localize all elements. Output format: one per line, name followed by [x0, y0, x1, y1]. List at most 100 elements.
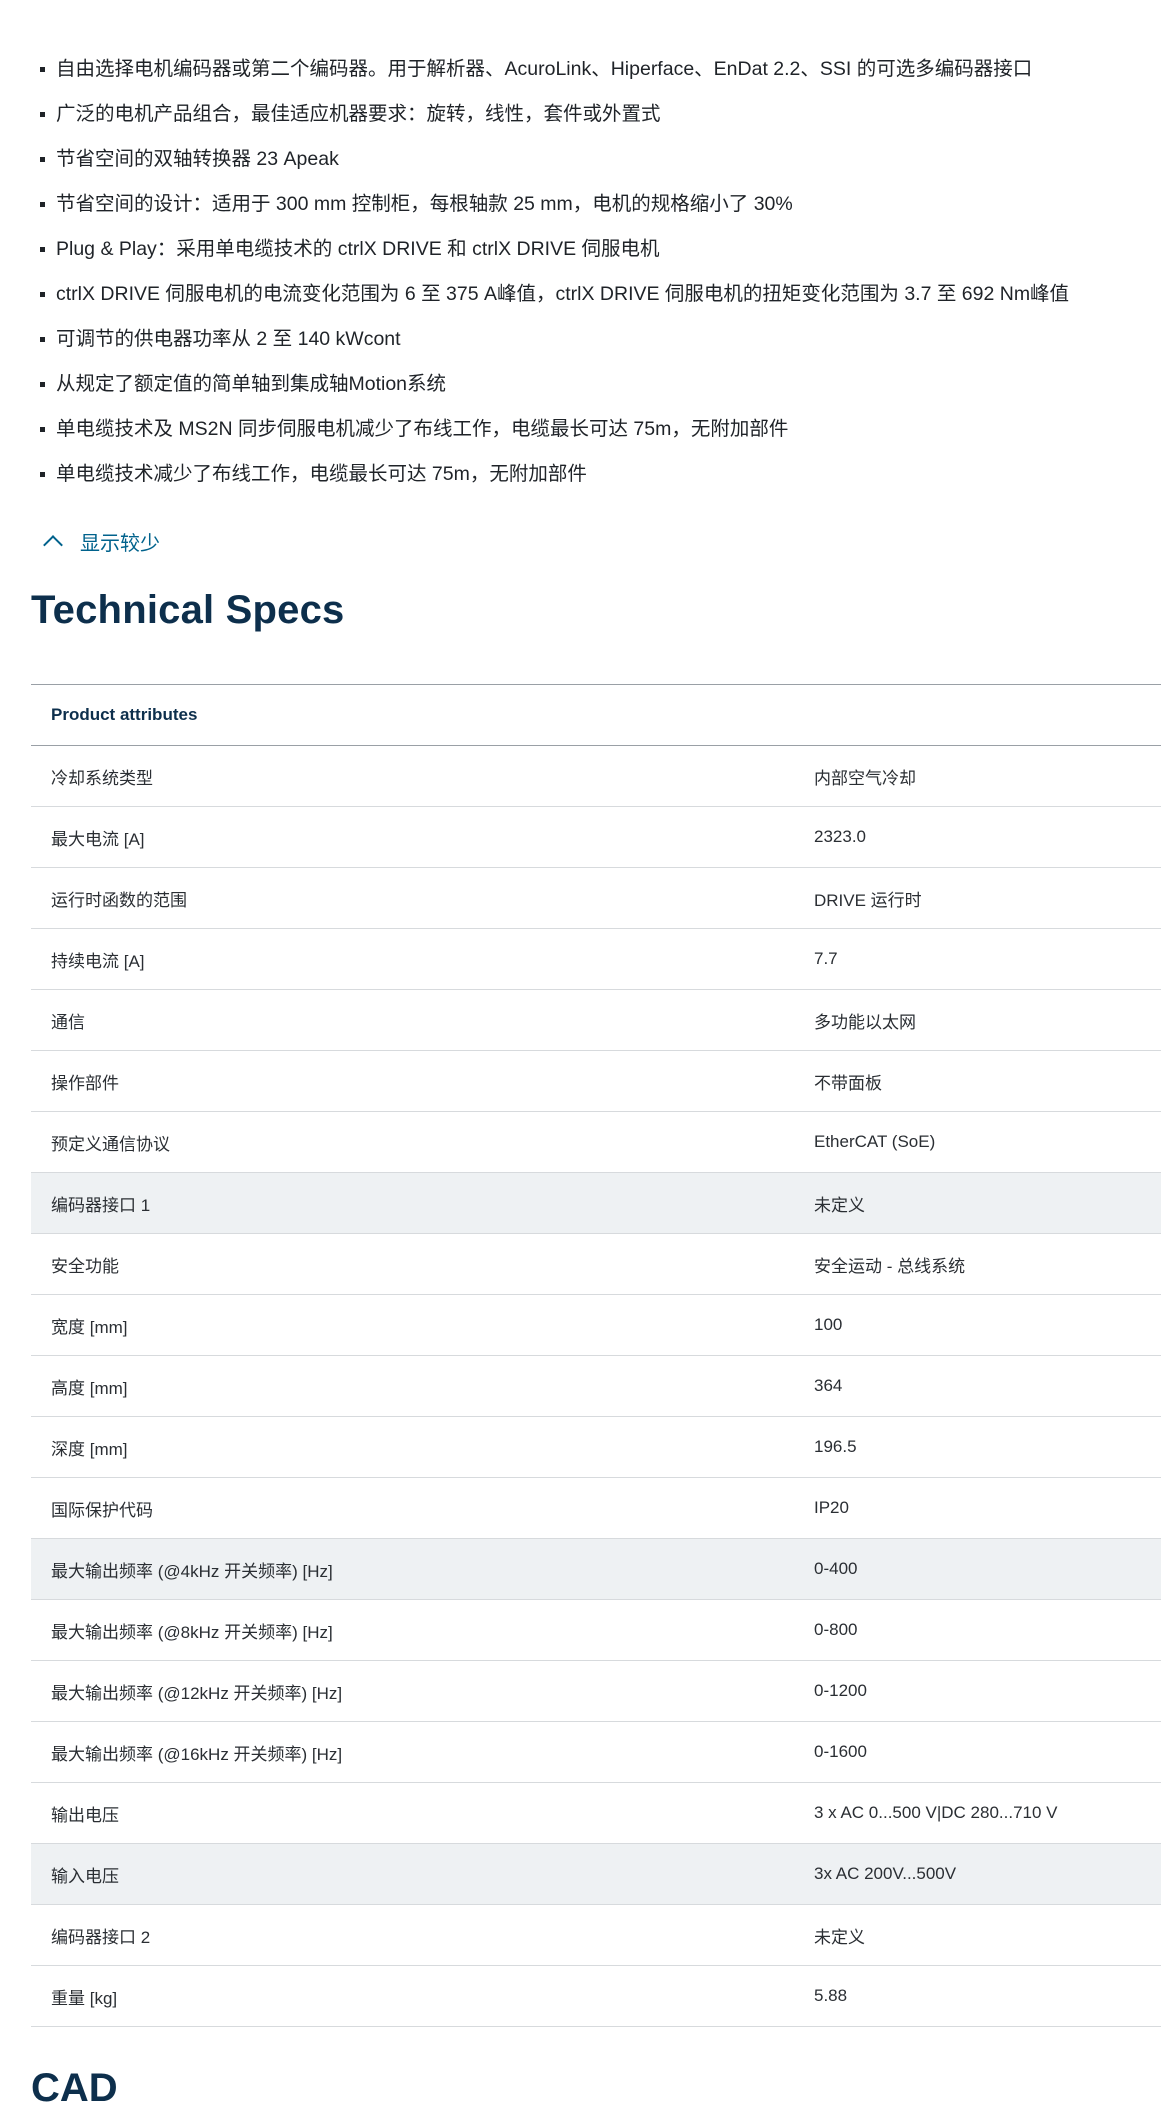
feature-item: 单电缆技术减少了布线工作，电缆最长可达 75m，无附加部件	[40, 452, 1161, 497]
bullet-icon	[40, 427, 45, 432]
spec-row: 安全功能 安全运动 - 总线系统	[31, 1233, 1161, 1295]
show-less-label: 显示较少	[80, 532, 160, 555]
feature-text: 节省空间的设计：适用于 300 mm 控制柜，每根轴款 25 mm，电机的规格缩…	[56, 193, 793, 215]
spec-label: 运行时函数的范围	[31, 867, 794, 929]
feature-item: 从规定了额定值的简单轴到集成轴Motion系统	[40, 362, 1161, 407]
bullet-icon	[40, 382, 45, 387]
spec-row: 最大输出频率 (@4kHz 开关频率) [Hz] 0-400	[31, 1538, 1161, 1600]
spec-label: 最大电流 [A]	[31, 806, 794, 868]
feature-item: 节省空间的双轴转换器 23 Apeak	[40, 137, 1161, 182]
feature-item: 单电缆技术及 MS2N 同步伺服电机减少了布线工作，电缆最长可达 75m，无附加…	[40, 407, 1161, 452]
specs-table: Product attributes 冷却系统类型 内部空气冷却 最大电流 [A] 2…	[31, 684, 1161, 2027]
spec-row: 输入电压 3x AC 200V...500V	[31, 1843, 1161, 1905]
bullet-icon	[40, 292, 45, 297]
feature-text: 广泛的电机产品组合，最佳适应机器要求：旋转，线性，套件或外置式	[56, 103, 661, 125]
spec-label: 国际保护代码	[31, 1477, 794, 1539]
spec-row: 国际保护代码 IP20	[31, 1477, 1161, 1539]
spec-value: 多功能以太网	[794, 989, 1161, 1051]
spec-value: 3x AC 200V...500V	[794, 1843, 1161, 1905]
bullet-icon	[40, 112, 45, 117]
spec-label: 安全功能	[31, 1233, 794, 1295]
feature-text: 从规定了额定值的简单轴到集成轴Motion系统	[56, 373, 447, 395]
spec-row: 最大输出频率 (@16kHz 开关频率) [Hz] 0-1600	[31, 1721, 1161, 1783]
spec-row: 输出电压 3 x AC 0...500 V|DC 280...710 V	[31, 1782, 1161, 1844]
spec-label: 操作部件	[31, 1050, 794, 1112]
spec-label: 深度 [mm]	[31, 1416, 794, 1478]
feature-item: 节省空间的设计：适用于 300 mm 控制柜，每根轴款 25 mm，电机的规格缩…	[40, 182, 1161, 227]
spec-row: 编码器接口 1 未定义	[31, 1172, 1161, 1234]
bullet-icon	[40, 337, 45, 342]
spec-value: 不带面板	[794, 1050, 1161, 1112]
spec-value: 内部空气冷却	[794, 745, 1161, 807]
feature-text: 单电缆技术减少了布线工作，电缆最长可达 75m，无附加部件	[56, 463, 587, 485]
bullet-icon	[40, 472, 45, 477]
feature-item: ctrlX DRIVE 伺服电机的电流变化范围为 6 至 375 A峰值，ctr…	[40, 272, 1161, 317]
spec-label: 高度 [mm]	[31, 1355, 794, 1417]
spec-row: 最大输出频率 (@8kHz 开关频率) [Hz] 0-800	[31, 1599, 1161, 1661]
spec-value: 364	[794, 1355, 1161, 1417]
bullet-icon	[40, 247, 45, 252]
spec-row: 宽度 [mm] 100	[31, 1294, 1161, 1356]
spec-value: 0-1600	[794, 1721, 1161, 1783]
spec-row: 最大输出频率 (@12kHz 开关频率) [Hz] 0-1200	[31, 1660, 1161, 1722]
feature-item: 广泛的电机产品组合，最佳适应机器要求：旋转，线性，套件或外置式	[40, 92, 1161, 137]
bullet-icon	[40, 157, 45, 162]
technical-specs-title: Technical Specs	[31, 588, 345, 632]
spec-value: 0-1200	[794, 1660, 1161, 1722]
spec-row: 编码器接口 2 未定义	[31, 1904, 1161, 1966]
spec-label: 持续电流 [A]	[31, 928, 794, 990]
spec-row: 重量 [kg] 5.88	[31, 1965, 1161, 2027]
feature-text: Plug & Play：采用单电缆技术的 ctrlX DRIVE 和 ctrlX…	[56, 238, 660, 260]
feature-list: 自由选择电机编码器或第二个编码器。用于解析器、AcuroLink、Hiperfa…	[40, 47, 1161, 497]
spec-value: 196.5	[794, 1416, 1161, 1478]
spec-value: 3 x AC 0...500 V|DC 280...710 V	[794, 1782, 1161, 1844]
spec-label: 冷却系统类型	[31, 745, 794, 807]
spec-label: 最大输出频率 (@16kHz 开关频率) [Hz]	[31, 1721, 794, 1783]
spec-row: 持续电流 [A] 7.7	[31, 928, 1161, 990]
spec-value: 0-800	[794, 1599, 1161, 1661]
spec-label: 重量 [kg]	[31, 1965, 794, 2027]
spec-row: 操作部件 不带面板	[31, 1050, 1161, 1112]
spec-label: 输出电压	[31, 1782, 794, 1844]
feature-text: 自由选择电机编码器或第二个编码器。用于解析器、AcuroLink、Hiperfa…	[56, 58, 1033, 80]
spec-value: IP20	[794, 1477, 1161, 1539]
feature-text: ctrlX DRIVE 伺服电机的电流变化范围为 6 至 375 A峰值，ctr…	[56, 283, 1070, 305]
chevron-up-icon	[43, 535, 63, 555]
specs-header-row: Product attributes	[31, 684, 1161, 746]
bullet-icon	[40, 67, 45, 72]
spec-label: 宽度 [mm]	[31, 1294, 794, 1356]
spec-value: 未定义	[794, 1904, 1161, 1966]
spec-value: EtherCAT (SoE)	[794, 1111, 1161, 1173]
spec-label: 最大输出频率 (@4kHz 开关频率) [Hz]	[31, 1538, 794, 1600]
spec-row: 最大电流 [A] 2323.0	[31, 806, 1161, 868]
spec-label: 最大输出频率 (@8kHz 开关频率) [Hz]	[31, 1599, 794, 1661]
spec-value: DRIVE 运行时	[794, 867, 1161, 929]
spec-label: 预定义通信协议	[31, 1111, 794, 1173]
spec-row: 深度 [mm] 196.5	[31, 1416, 1161, 1478]
show-less-toggle[interactable]: 显示较少	[40, 522, 160, 560]
spec-value: 未定义	[794, 1172, 1161, 1234]
spec-value: 2323.0	[794, 806, 1161, 868]
spec-value: 安全运动 - 总线系统	[794, 1233, 1161, 1295]
feature-item: 自由选择电机编码器或第二个编码器。用于解析器、AcuroLink、Hiperfa…	[40, 47, 1161, 92]
feature-item: Plug & Play：采用单电缆技术的 ctrlX DRIVE 和 ctrlX…	[40, 227, 1161, 272]
bullet-icon	[40, 202, 45, 207]
spec-value: 7.7	[794, 928, 1161, 990]
feature-text: 单电缆技术及 MS2N 同步伺服电机减少了布线工作，电缆最长可达 75m，无附加…	[56, 418, 789, 440]
spec-label: 最大输出频率 (@12kHz 开关频率) [Hz]	[31, 1660, 794, 1722]
spec-label: 编码器接口 1	[31, 1172, 794, 1234]
spec-row: 冷却系统类型 内部空气冷却	[31, 745, 1161, 807]
cad-section-title: CAD	[31, 2066, 118, 2110]
spec-label: 编码器接口 2	[31, 1904, 794, 1966]
spec-value: 100	[794, 1294, 1161, 1356]
feature-text: 可调节的供电器功率从 2 至 140 kWcont	[56, 328, 401, 350]
feature-item: 可调节的供电器功率从 2 至 140 kWcont	[40, 317, 1161, 362]
product-attributes-header: Product attributes	[31, 684, 1161, 746]
spec-row: 高度 [mm] 364	[31, 1355, 1161, 1417]
feature-text: 节省空间的双轴转换器 23 Apeak	[56, 148, 339, 170]
spec-row: 通信 多功能以太网	[31, 989, 1161, 1051]
spec-row: 预定义通信协议 EtherCAT (SoE)	[31, 1111, 1161, 1173]
spec-value: 5.88	[794, 1965, 1161, 2027]
spec-value: 0-400	[794, 1538, 1161, 1600]
spec-label: 通信	[31, 989, 794, 1051]
